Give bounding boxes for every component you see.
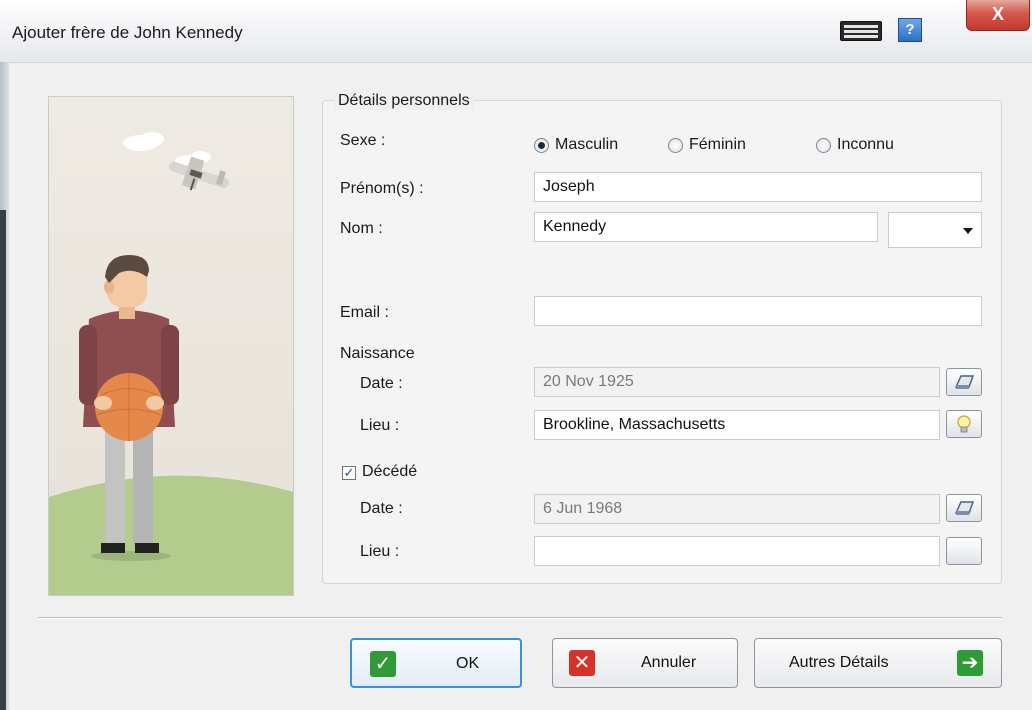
email-label: Email :: [340, 304, 389, 321]
birth-calendar-button[interactable]: [946, 368, 982, 396]
chevron-down-icon: [963, 228, 973, 234]
ok-button-label: OK: [456, 655, 480, 672]
sex-label: Sexe :: [340, 132, 386, 149]
last-name-input[interactable]: Kennedy: [534, 212, 878, 242]
calendar-icon: [954, 501, 975, 515]
death-date-label: Date :: [360, 500, 403, 517]
death-place-input[interactable]: [534, 536, 940, 566]
birth-place-label: Lieu :: [360, 417, 400, 434]
keyboard-icon[interactable]: [840, 21, 882, 41]
first-name-input[interactable]: Joseph: [534, 172, 982, 202]
death-date-input[interactable]: 6 Jun 1968: [534, 494, 940, 524]
title-bar: Ajouter frère de John Kennedy ? X: [0, 0, 1032, 63]
radio-label-feminin: Féminin: [689, 136, 746, 153]
deceased-checkbox[interactable]: ✓: [342, 466, 356, 480]
person-illustration: [48, 96, 294, 596]
radio-button-icon[interactable]: [668, 137, 683, 153]
separator: [38, 617, 1002, 618]
death-calendar-button[interactable]: [946, 494, 982, 522]
birth-place-input[interactable]: Brookline, Massachusetts: [534, 410, 940, 440]
first-name-label: Prénom(s) :: [340, 180, 424, 197]
radio-label-inconnu: Inconnu: [837, 136, 894, 153]
radio-feminin[interactable]: Féminin: [668, 136, 746, 154]
lightbulb-icon: [957, 415, 971, 433]
cancel-button-label: Annuler: [641, 654, 697, 671]
birth-date-label: Date :: [360, 375, 403, 392]
cancel-button[interactable]: ✕ Annuler: [552, 638, 738, 688]
calendar-icon: [954, 375, 975, 389]
radio-inconnu[interactable]: Inconnu: [816, 136, 894, 154]
check-icon: ✓: [370, 651, 396, 677]
death-place-button[interactable]: [946, 537, 982, 565]
deceased-label: Décédé: [362, 463, 418, 480]
help-button[interactable]: ?: [898, 18, 922, 42]
birth-heading: Naissance: [340, 345, 415, 362]
radio-button-icon[interactable]: [534, 137, 549, 153]
death-place-label: Lieu :: [360, 543, 400, 560]
radio-button-icon[interactable]: [816, 137, 831, 153]
radio-label-masculin: Masculin: [555, 136, 619, 153]
window-edge-shadow: [0, 210, 6, 710]
birth-date-input[interactable]: 20 Nov 1925: [534, 367, 940, 397]
email-input[interactable]: [534, 296, 982, 326]
name-suffix-dropdown[interactable]: [888, 212, 982, 248]
dialog-window: Ajouter frère de John Kennedy ? X Détail…: [0, 0, 1032, 710]
group-title: Détails personnels: [334, 92, 474, 110]
more-details-label: Autres Détails: [789, 654, 889, 671]
last-name-label: Nom :: [340, 220, 383, 237]
close-icon: ✕: [569, 650, 595, 676]
illustration-graphic: [49, 97, 293, 595]
radio-masculin[interactable]: Masculin: [534, 136, 618, 154]
arrow-right-icon: ➔: [957, 650, 983, 676]
close-button[interactable]: X: [966, 0, 1030, 31]
window-title: Ajouter frère de John Kennedy: [12, 23, 243, 42]
ok-button[interactable]: ✓ OK: [350, 638, 522, 688]
more-details-button[interactable]: Autres Détails ➔: [754, 638, 1002, 688]
place-suggest-button[interactable]: [946, 410, 982, 438]
